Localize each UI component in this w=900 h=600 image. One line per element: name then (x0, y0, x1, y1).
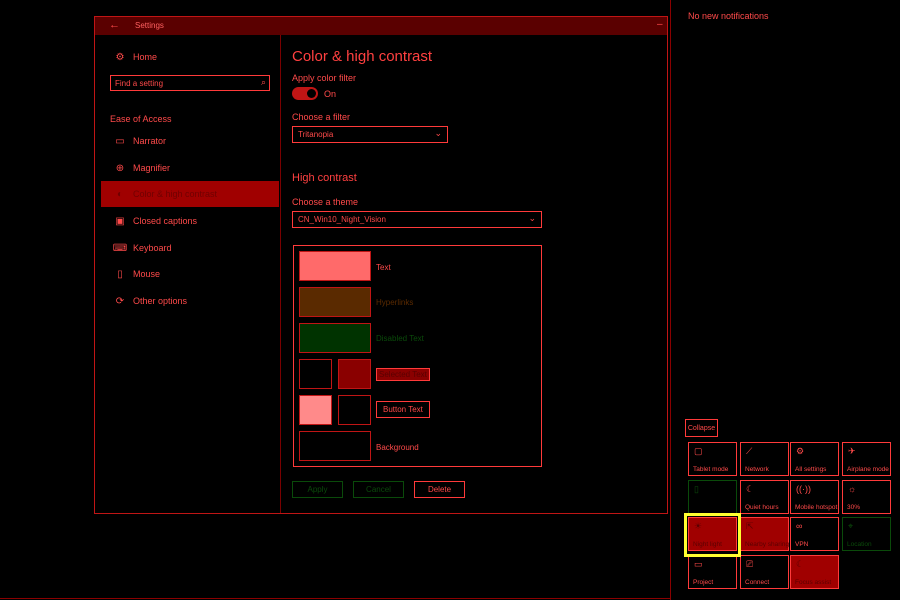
gear-icon: ⚙ (115, 51, 125, 63)
action-center-border (670, 0, 671, 600)
other-options-icon: ⟳ (115, 295, 125, 307)
gear-icon: ⚙ (796, 446, 805, 456)
tile-network[interactable]: ⟋ Network (740, 442, 789, 476)
taskbar-edge (0, 598, 670, 599)
apply-filter-label: Apply color filter (292, 73, 357, 83)
choose-filter-label: Choose a filter (292, 112, 351, 122)
hyperlink-color-swatch[interactable] (299, 287, 371, 317)
tile-focus-assist[interactable]: ☾ Focus assist (790, 555, 839, 589)
page-title: Color & high contrast (292, 48, 433, 65)
button-text-fg-swatch[interactable] (299, 395, 332, 425)
tile-battery[interactable]: ▯ (688, 480, 737, 514)
choose-theme-label: Choose a theme (292, 197, 359, 207)
toggle-knob (307, 89, 316, 98)
selected-text-swatch-label: Selected Text (376, 368, 430, 381)
tile-vpn[interactable]: ∞ VPN (790, 517, 839, 551)
mouse-icon: ▯ (117, 268, 123, 280)
nav-home[interactable]: ⚙ Home (101, 44, 279, 70)
toggle-state-label: On (324, 89, 337, 99)
chevron-down-icon: ⌄ (434, 128, 442, 138)
button-text-bg-swatch[interactable] (338, 395, 371, 425)
vpn-icon: ∞ (796, 521, 803, 531)
notifications-message: No new notifications (688, 11, 769, 21)
background-swatch-label: Background (376, 443, 419, 452)
sidebar-item-color-high-contrast[interactable]: ◐ Color & high contrast (101, 181, 279, 207)
high-contrast-heading: High contrast (292, 172, 357, 184)
filter-dropdown[interactable]: Tritanopia ⌄ (292, 126, 448, 143)
tile-airplane-mode[interactable]: ✈ Airplane mode (842, 442, 891, 476)
nav-section-title: Ease of Access (110, 114, 172, 124)
sidebar-item-closed-captions[interactable]: ▣ Closed captions (101, 208, 279, 234)
connect-icon: ⎚ (746, 559, 754, 569)
tile-nearby-sharing[interactable]: ⇱ Nearby sharing (740, 517, 789, 551)
selected-text-fg-swatch[interactable] (299, 359, 332, 389)
button-text-swatch-label: Button Text (376, 401, 430, 418)
location-icon: ⌖ (848, 521, 854, 531)
hyperlinks-swatch-label: Hyperlinks (376, 298, 414, 307)
tile-tablet-mode[interactable]: ▢ Tablet mode (688, 442, 737, 476)
selected-text-bg-swatch[interactable] (338, 359, 371, 389)
sidebar-item-narrator[interactable]: ▭ Narrator (101, 128, 279, 154)
search-input[interactable] (115, 78, 253, 89)
share-icon: ⇱ (746, 521, 754, 531)
tablet-icon: ▢ (694, 446, 703, 456)
text-color-swatch[interactable] (299, 251, 371, 281)
hotspot-icon: ((·)) (796, 484, 811, 494)
narrator-icon: ▭ (115, 135, 125, 147)
tile-brightness[interactable]: ☼ 30% (842, 480, 891, 514)
focus-icon: ☾ (796, 559, 805, 569)
airplane-icon: ✈ (848, 446, 856, 456)
sidebar-item-other-options[interactable]: ⟳ Other options (101, 288, 279, 314)
disabled-text-swatch-label: Disabled Text (376, 334, 424, 343)
brightness-icon: ☼ (848, 484, 857, 494)
theme-preview: Text Hyperlinks Disabled Text Selected T… (293, 245, 542, 467)
back-arrow-icon[interactable]: ← (109, 19, 123, 33)
network-icon: ⟋ (746, 446, 753, 456)
battery-icon: ▯ (694, 484, 699, 494)
delete-button[interactable]: Delete (414, 481, 465, 498)
filter-value: Tritanopia (298, 130, 334, 139)
collapse-button[interactable]: Collapse (685, 419, 718, 437)
magnifier-icon: ⊕ (115, 162, 125, 174)
project-icon: ▭ (694, 559, 703, 569)
tile-all-settings[interactable]: ⚙ All settings (790, 442, 839, 476)
sidebar-item-magnifier[interactable]: ⊕ Magnifier (101, 155, 279, 181)
color-filter-toggle[interactable] (292, 87, 318, 100)
theme-value: CN_Win10_Night_Vision (298, 215, 386, 224)
color-icon: ◐ (116, 188, 124, 200)
keyboard-focus-highlight (684, 513, 741, 557)
moon-icon: ☾ (746, 484, 755, 494)
sidebar-item-mouse[interactable]: ▯ Mouse (101, 261, 279, 287)
cancel-button[interactable]: Cancel (353, 481, 404, 498)
nav-divider (280, 35, 281, 513)
title-bar (95, 17, 667, 35)
captions-icon: ▣ (115, 215, 125, 227)
keyboard-icon: ⌨ (112, 242, 128, 254)
text-swatch-label: Text (376, 263, 391, 272)
search-icon[interactable]: ⌕ (261, 77, 266, 88)
tile-project[interactable]: ▭ Project (688, 555, 737, 589)
tile-quiet-hours[interactable]: ☾ Quiet hours (740, 480, 789, 514)
theme-dropdown[interactable]: CN_Win10_Night_Vision ⌄ (292, 211, 542, 228)
disabled-text-color-swatch[interactable] (299, 323, 371, 353)
chevron-down-icon: ⌄ (528, 213, 536, 223)
window-title: Settings (135, 21, 164, 30)
tile-connect[interactable]: ⎚ Connect (740, 555, 789, 589)
apply-button[interactable]: Apply (292, 481, 343, 498)
minimize-icon[interactable]: – (657, 19, 663, 30)
settings-window: ← Settings – ⚙ Home ⌕ Ease of Access ▭ N… (94, 16, 668, 514)
sidebar-item-keyboard[interactable]: ⌨ Keyboard (101, 235, 279, 261)
background-color-swatch[interactable] (299, 431, 371, 461)
tile-mobile-hotspot[interactable]: ((·)) Mobile hotspot (790, 480, 839, 514)
tile-location[interactable]: ⌖ Location (842, 517, 891, 551)
search-box[interactable]: ⌕ (110, 75, 270, 91)
